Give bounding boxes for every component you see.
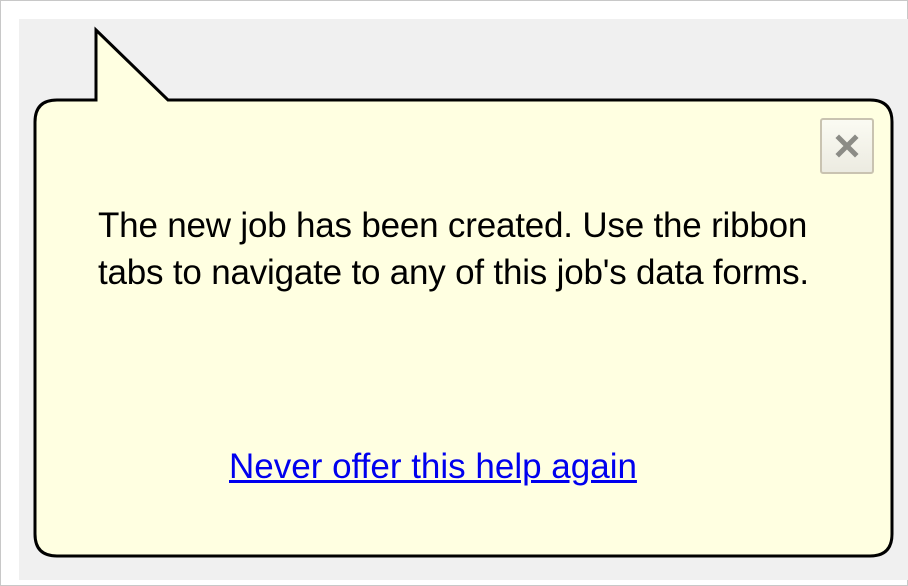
close-icon <box>835 134 859 158</box>
never-offer-help-link[interactable]: Never offer this help again <box>229 445 637 489</box>
help-message: The new job has been created. Use the ri… <box>98 206 809 292</box>
close-button[interactable] <box>820 118 874 174</box>
